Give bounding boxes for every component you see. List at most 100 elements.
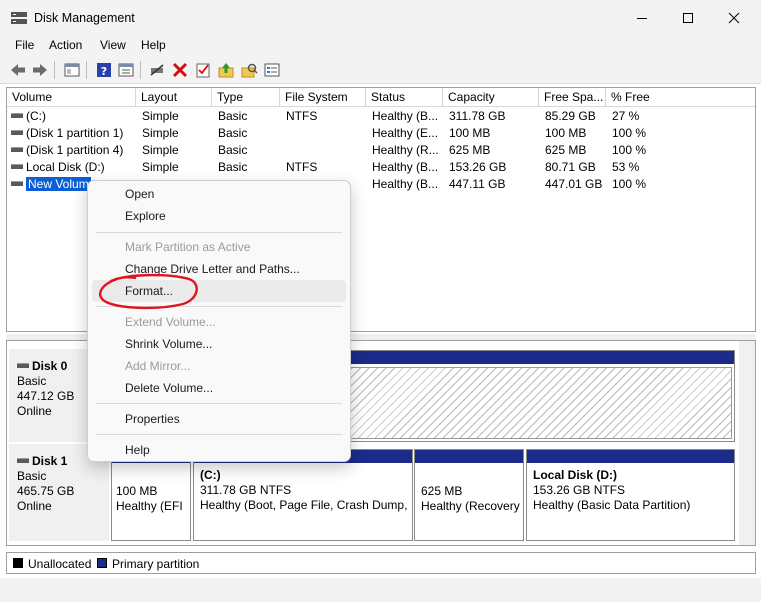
maximize-button[interactable] [665,0,711,36]
menu-help[interactable]: Help [141,38,166,52]
column-header-capacity[interactable]: Capacity [443,88,539,107]
menu-item-format[interactable]: Format... [92,280,346,302]
partition-efi[interactable]: 100 MB Healthy (EFI [111,449,191,541]
partition-size: 100 MB [116,484,158,498]
partition-size: 625 MB [421,484,463,498]
menu-item-properties[interactable]: Properties [92,408,346,430]
checklist-icon [196,63,210,78]
column-header-percent-free[interactable]: % Free [606,88,755,107]
menu-separator [96,232,342,233]
disk-view-scrollbar[interactable] [739,341,755,545]
cell-percent-free: 53 % [612,160,640,174]
menu-item-explore[interactable]: Explore [92,205,346,227]
disk-name: Disk 0 [32,359,68,373]
cell-percent-free: 100 % [612,126,647,140]
menu-separator [96,403,342,404]
legend-label-unallocated: Unallocated [28,557,92,571]
column-header-type[interactable]: Type [212,88,280,107]
partition-size: 153.26 GB NTFS [533,483,626,497]
table-row[interactable]: (C:) Simple Basic NTFS Healthy (B... 311… [7,108,755,125]
menu-item-delete-volume[interactable]: Delete Volume... [92,377,346,399]
disk-type: Basic [17,469,47,483]
settings-list-button[interactable] [262,60,282,80]
connect-button[interactable] [147,60,167,80]
cell-layout: Simple [142,160,179,174]
menu-action[interactable]: Action [49,38,82,52]
partition-local-disk-d[interactable]: Local Disk (D:) 153.26 GB NTFS Healthy (… [526,449,735,541]
cell-layout: Simple [142,126,179,140]
menu-item-extend-volume: Extend Volume... [125,315,216,329]
properties-button[interactable] [116,60,136,80]
menu-item-add-mirror: Add Mirror... [125,359,191,373]
toolbar: ? [0,56,761,84]
window-title: Disk Management [34,11,135,25]
disk-icon [17,363,29,369]
partition-status: Healthy (Recovery [421,499,520,513]
partition-status: Healthy (Boot, Page File, Crash Dump, [200,498,408,512]
cell-capacity: 625 MB [449,143,491,157]
properties-icon [118,63,134,77]
console-tree-button[interactable] [62,60,82,80]
cell-volume: (Disk 1 partition 4) [7,142,136,159]
cell-layout: Simple [142,109,179,123]
disk-name: Disk 1 [32,454,68,468]
cell-capacity: 447.11 GB [449,177,506,191]
legend-swatch-primary [97,558,107,568]
forward-button[interactable] [30,60,50,80]
back-button[interactable] [8,60,28,80]
drive-icon [11,130,23,136]
minimize-icon [637,18,647,19]
up-folder-button[interactable] [216,60,236,80]
partition-status: Healthy (Basic Data Partition) [533,498,691,512]
cell-free-space: 100 MB [545,126,587,140]
maximize-icon [683,13,693,23]
delete-icon [172,62,188,78]
cell-file-system: NTFS [286,109,318,123]
cell-volume: Local Disk (D:) [7,159,136,176]
partition-c-drive[interactable]: (C:) 311.78 GB NTFS Healthy (Boot, Page … [193,449,413,541]
up-folder-icon [218,63,234,78]
partition-info: (C:) 311.78 GB NTFS Healthy (Boot, Page … [200,468,407,513]
menu-item-shrink-volume[interactable]: Shrink Volume... [92,333,346,355]
menu-bar: File Action View Help [0,36,761,56]
cell-type: Basic [218,143,248,157]
cell-free-space: 85.29 GB [545,109,596,123]
column-header-volume[interactable]: Volume [7,88,136,107]
cell-percent-free: 27 % [612,109,640,123]
cell-status: Healthy (B... [372,177,439,191]
column-header-layout[interactable]: Layout [136,88,212,107]
menu-item-help[interactable]: Help [92,439,346,461]
cell-type: Basic [218,160,248,174]
cell-capacity: 153.26 GB [449,160,507,174]
settings-list-icon [264,63,280,77]
checklist-button[interactable] [193,60,213,80]
column-header-status[interactable]: Status [366,88,443,107]
menu-separator [96,306,342,307]
partition-header-bar [415,450,523,463]
drive-icon [11,181,23,187]
disk-size: 465.75 GB [17,484,75,498]
column-header-free-space[interactable]: Free Spa... [539,88,606,107]
cell-file-system [280,142,366,159]
search-folder-button[interactable] [239,60,259,80]
minimize-button[interactable] [619,0,665,36]
cell-free-space: 625 MB [545,143,587,157]
menu-item-open[interactable]: Open [92,183,346,205]
volume-name: Local Disk (D:) [26,160,105,174]
menu-view[interactable]: View [100,38,126,52]
title-bar: Disk Management [0,0,761,36]
column-header-file-system[interactable]: File System [280,88,366,107]
table-row[interactable]: (Disk 1 partition 1) Simple Basic Health… [7,125,755,142]
partition-recovery[interactable]: 625 MB Healthy (Recovery [414,449,524,541]
menu-item-change-drive-letter[interactable]: Change Drive Letter and Paths... [92,258,346,280]
help-button[interactable]: ? [94,60,114,80]
cell-status: Healthy (B... [372,109,439,123]
table-row[interactable]: (Disk 1 partition 4) Simple Basic Health… [7,142,755,159]
status-bar [0,578,761,602]
table-row[interactable]: Local Disk (D:) Simple Basic NTFS Health… [7,159,755,176]
menu-file[interactable]: File [15,38,34,52]
delete-button[interactable] [170,60,190,80]
volume-name: (Disk 1 partition 1) [26,126,124,140]
close-button[interactable] [711,0,757,36]
volume-name-selected: New Volum [26,177,91,191]
